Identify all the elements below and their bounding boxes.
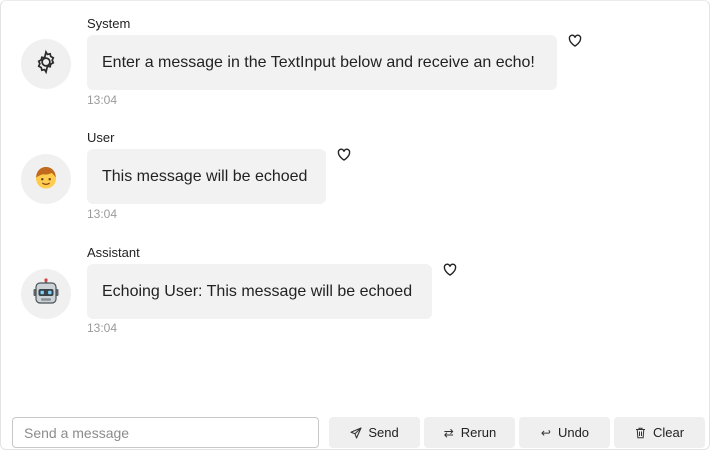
robot-icon [32, 277, 60, 311]
message-bubble: Echoing User: This message will be echoe… [87, 264, 432, 319]
chat-message-system: System Enter a message in the TextInput … [1, 16, 709, 111]
message-text: This message will be echoed [102, 167, 308, 185]
heart-outline-icon [443, 263, 457, 281]
message-sender: User [87, 130, 115, 145]
person-emoji-icon [32, 163, 60, 196]
chat-log: System Enter a message in the TextInput … [1, 1, 709, 406]
avatar-assistant [21, 269, 71, 319]
message-bubble: Enter a message in the TextInput below a… [87, 35, 557, 90]
message-text: Echoing User: This message will be echoe… [102, 282, 413, 300]
rerun-button[interactable]: ⇄ Rerun [424, 417, 515, 448]
message-sender: Assistant [87, 245, 140, 260]
like-button[interactable] [567, 34, 583, 52]
rerun-label: Rerun [460, 425, 497, 440]
heart-outline-icon [568, 34, 582, 52]
rerun-icon: ⇄ [443, 425, 454, 440]
message-sender: System [87, 16, 131, 31]
trash-icon [635, 427, 647, 439]
message-bubble: This message will be echoed [87, 149, 326, 204]
message-timestamp: 13:04 [87, 321, 118, 335]
undo-button[interactable]: ↩ Undo [519, 417, 610, 448]
message-timestamp: 13:04 [87, 93, 118, 107]
avatar-user [21, 154, 71, 204]
gear-icon [33, 49, 59, 80]
send-label: Send [368, 425, 399, 440]
send-button[interactable]: Send [329, 417, 420, 448]
clear-label: Clear [652, 425, 685, 440]
like-button[interactable] [336, 148, 352, 166]
clear-button[interactable]: Clear [614, 417, 705, 448]
avatar-system [21, 39, 71, 89]
chat-message-user: User This message will be echoed 13:04 [1, 130, 709, 225]
undo-label: Undo [557, 425, 590, 440]
undo-icon: ↩ [540, 425, 551, 440]
like-button[interactable] [442, 263, 458, 281]
message-input[interactable] [12, 417, 319, 448]
composer-bar: Send ⇄ Rerun ↩ Undo Clear [1, 411, 710, 450]
message-text: Enter a message in the TextInput below a… [102, 53, 535, 71]
send-icon [350, 426, 362, 439]
message-timestamp: 13:04 [87, 207, 118, 221]
chat-window: System Enter a message in the TextInput … [0, 0, 710, 450]
heart-outline-icon [337, 148, 351, 166]
chat-message-assistant: Assistant Echoing User: This message wil… [1, 245, 709, 340]
